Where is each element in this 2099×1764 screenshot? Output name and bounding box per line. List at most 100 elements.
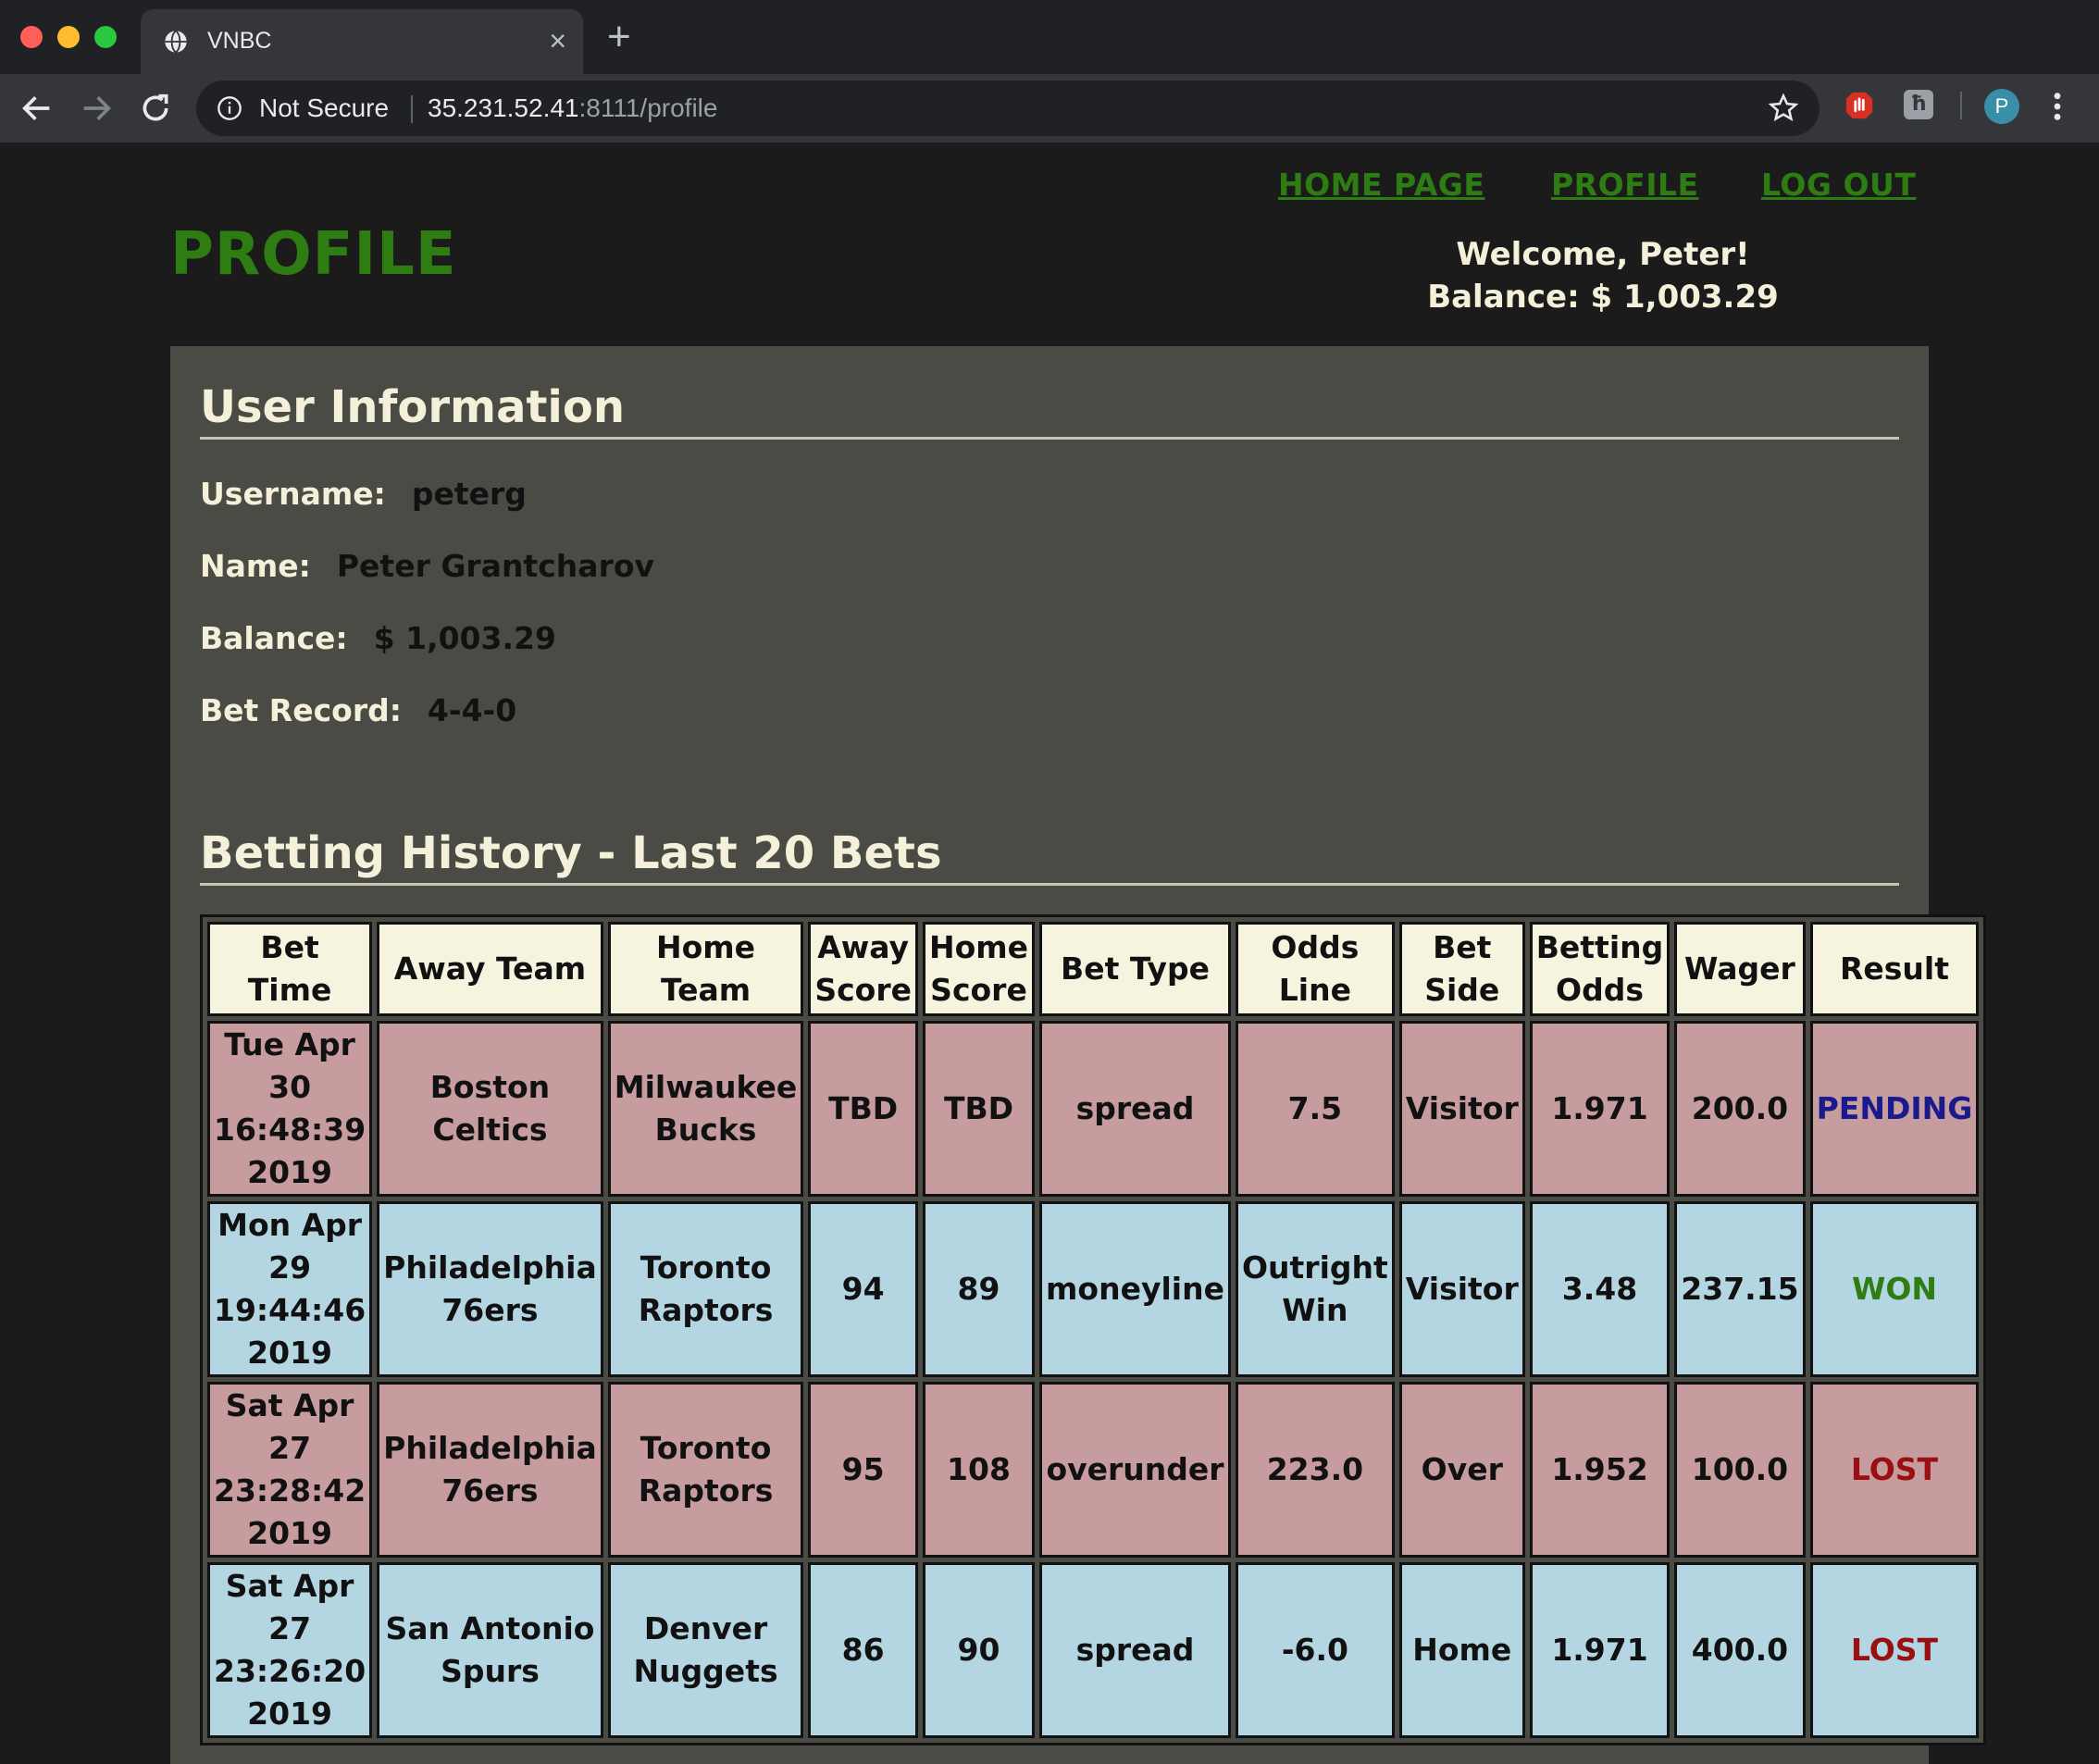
nav-logout-link[interactable]: LOG OUT [1761, 167, 1916, 203]
toolbar-divider [1960, 92, 1962, 119]
bet-time-cell: Sat Apr 27 23:28:42 2019 [207, 1382, 373, 1558]
name-value: Peter Grantcharov [336, 548, 655, 584]
bet-time-cell: Mon Apr 29 19:44:46 2019 [207, 1201, 373, 1377]
result-cell: LOST [1809, 1562, 1980, 1738]
stop-hand-extension-icon[interactable] [1844, 90, 1875, 121]
odds-line-cell: 7.5 [1235, 1021, 1395, 1197]
page-content: HOME PAGE PROFILE LOG OUT PROFILE Welcom… [0, 143, 2099, 1764]
profile-panel: User Information Username: peterg Name: Pe… [170, 346, 1987, 1764]
betting-odds-cell: 3.48 [1529, 1201, 1671, 1377]
info-icon[interactable] [217, 95, 242, 121]
bet-type-cell: overunder [1039, 1382, 1231, 1558]
wager-cell: 400.0 [1674, 1562, 1806, 1738]
column-header: Bet Side [1398, 922, 1525, 1016]
bet-side-cell: Visitor [1398, 1201, 1525, 1377]
browser-toolbar: Not Secure 35.231.52.41:8111/profile [0, 74, 2099, 143]
page-title: PROFILE [170, 220, 457, 289]
column-header: Home Team [607, 922, 804, 1016]
result-cell: WON [1809, 1201, 1980, 1377]
odds-line-cell: -6.0 [1235, 1562, 1395, 1738]
wager-cell: 237.15 [1674, 1201, 1806, 1377]
result-cell: LOST [1809, 1382, 1980, 1558]
home-team-cell: Toronto Raptors [607, 1382, 804, 1558]
table-row: Mon Apr 29 19:44:46 2019 Philadelphia 76… [207, 1201, 1980, 1377]
new-tab-button[interactable]: + [607, 17, 631, 57]
browser-tab[interactable]: VNBC × [141, 9, 583, 74]
profile-avatar[interactable]: P [1984, 89, 2019, 124]
odds-line-cell: Outright Win [1235, 1201, 1395, 1377]
browser-tab-strip: VNBC × + [0, 0, 2099, 74]
forward-arrow-icon[interactable] [78, 90, 115, 127]
away-score-cell: 95 [808, 1382, 918, 1558]
table-header-row: Bet Time Away Team Home Team Away Score … [207, 922, 1980, 1016]
home-team-cell: Toronto Raptors [607, 1201, 804, 1377]
record-label: Bet Record: [200, 692, 402, 728]
home-score-cell: TBD [922, 1021, 1036, 1197]
welcome-greeting: Welcome, Peter! [1456, 236, 1750, 273]
history-heading: Betting History - Last 20 Bets [200, 827, 1899, 886]
record-row: Bet Record: 4-4-0 [200, 692, 516, 728]
balance-row: Balance: $ 1,003.29 [200, 620, 556, 656]
nav-home-link[interactable]: HOME PAGE [1278, 167, 1484, 203]
away-team-cell: Philadelphia 76ers [377, 1382, 603, 1558]
column-header: Result [1809, 922, 1980, 1016]
column-header: Betting Odds [1529, 922, 1671, 1016]
username-row: Username: peterg [200, 476, 527, 512]
bet-time-cell: Sat Apr 27 23:26:20 2019 [207, 1562, 373, 1738]
security-label[interactable]: Not Secure [259, 93, 389, 123]
tab-title: VNBC [207, 28, 272, 54]
back-arrow-icon[interactable] [19, 90, 56, 127]
column-header: Away Team [377, 922, 603, 1016]
url-path: :8111/profile [578, 93, 718, 122]
away-score-cell: 86 [808, 1562, 918, 1738]
nav-profile-link[interactable]: PROFILE [1551, 167, 1699, 203]
bet-type-cell: spread [1039, 1562, 1231, 1738]
column-header: Bet Time [207, 922, 373, 1016]
omnibox-divider [411, 95, 413, 123]
close-window-button[interactable] [20, 26, 43, 48]
welcome-box: Welcome, Peter! Balance: $ 1,003.29 [1388, 233, 1818, 318]
away-team-cell: Philadelphia 76ers [377, 1201, 603, 1377]
column-header: Wager [1674, 922, 1806, 1016]
bet-side-cell: Visitor [1398, 1021, 1525, 1197]
betting-odds-cell: 1.971 [1529, 1021, 1671, 1197]
table-row: Sat Apr 27 23:26:20 2019 San Antonio Spu… [207, 1562, 1980, 1738]
column-header: Away Score [808, 922, 918, 1016]
reload-icon[interactable] [137, 90, 174, 127]
home-score-cell: 108 [922, 1382, 1036, 1558]
minimize-window-button[interactable] [57, 26, 80, 48]
column-header: Bet Type [1039, 922, 1231, 1016]
grey-extension-icon[interactable]: ħ [1904, 90, 1933, 119]
bookmark-star-icon[interactable] [1768, 93, 1799, 124]
user-info-heading: User Information [200, 381, 1899, 440]
home-score-cell: 89 [922, 1201, 1036, 1377]
username-value: peterg [411, 476, 527, 512]
close-tab-icon[interactable]: × [549, 24, 566, 57]
wager-cell: 100.0 [1674, 1382, 1806, 1558]
home-team-cell: Milwaukee Bucks [607, 1021, 804, 1197]
betting-history-table: Bet Time Away Team Home Team Away Score … [200, 914, 1987, 1745]
url-text[interactable]: 35.231.52.41:8111/profile [428, 93, 717, 123]
balance-value: $ 1,003.29 [373, 620, 556, 656]
url-host: 35.231.52.41 [428, 93, 579, 122]
table-row: Sat Apr 27 23:28:42 2019 Philadelphia 76… [207, 1382, 1980, 1558]
zoom-window-button[interactable] [94, 26, 117, 48]
column-header: Home Score [922, 922, 1036, 1016]
home-team-cell: Denver Nuggets [607, 1562, 804, 1738]
betting-odds-cell: 1.952 [1529, 1382, 1671, 1558]
table-row: Tue Apr 30 16:48:39 2019 Boston Celtics … [207, 1021, 1980, 1197]
browser-menu-icon[interactable] [2051, 91, 2064, 122]
away-score-cell: 94 [808, 1201, 918, 1377]
bet-type-cell: spread [1039, 1021, 1231, 1197]
away-team-cell: Boston Celtics [377, 1021, 603, 1197]
globe-icon [165, 30, 187, 54]
betting-odds-cell: 1.971 [1529, 1562, 1671, 1738]
address-bar[interactable]: Not Secure 35.231.52.41:8111/profile [196, 81, 1820, 136]
name-row: Name: Peter Grantcharov [200, 548, 654, 584]
wager-cell: 200.0 [1674, 1021, 1806, 1197]
welcome-balance: Balance: $ 1,003.29 [1427, 279, 1779, 316]
result-cell: PENDING [1809, 1021, 1980, 1197]
odds-line-cell: 223.0 [1235, 1382, 1395, 1558]
record-value: 4-4-0 [427, 692, 517, 728]
away-team-cell: San Antonio Spurs [377, 1562, 603, 1738]
